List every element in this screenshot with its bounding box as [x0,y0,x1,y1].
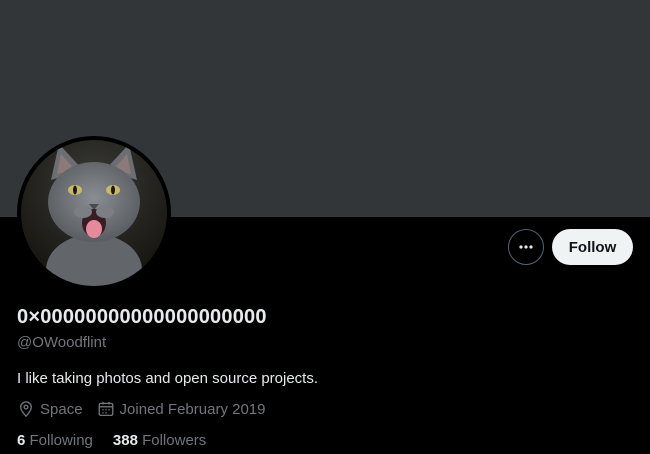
more-options-button[interactable] [508,229,544,265]
profile-meta: Space Joined February 2019 [17,400,279,418]
display-name: 0×00000000000000000000 [17,306,267,328]
calendar-icon [98,401,113,417]
following-link[interactable]: 6 Following [17,432,93,449]
location-item: Space [17,400,83,418]
followers-link[interactable]: 388 Followers [113,432,206,449]
follow-stats: 6 Following 388 Followers [17,432,226,449]
user-handle: @OWoodflint [17,334,107,351]
cat-photo [21,140,167,286]
profile-bio: I like taking photos and open source pro… [17,370,319,387]
location-pin-icon [20,401,32,418]
following-count: 6 [17,432,26,449]
avatar[interactable] [17,136,171,290]
location-text: Space [40,400,83,418]
followers-label: Followers [142,432,207,449]
joined-text: Joined February 2019 [119,400,266,418]
joined-item: Joined February 2019 [97,400,266,418]
follow-button[interactable]: Follow [552,229,633,265]
more-dots-icon [519,245,533,249]
followers-count: 388 [112,432,138,449]
following-label: Following [29,432,93,449]
